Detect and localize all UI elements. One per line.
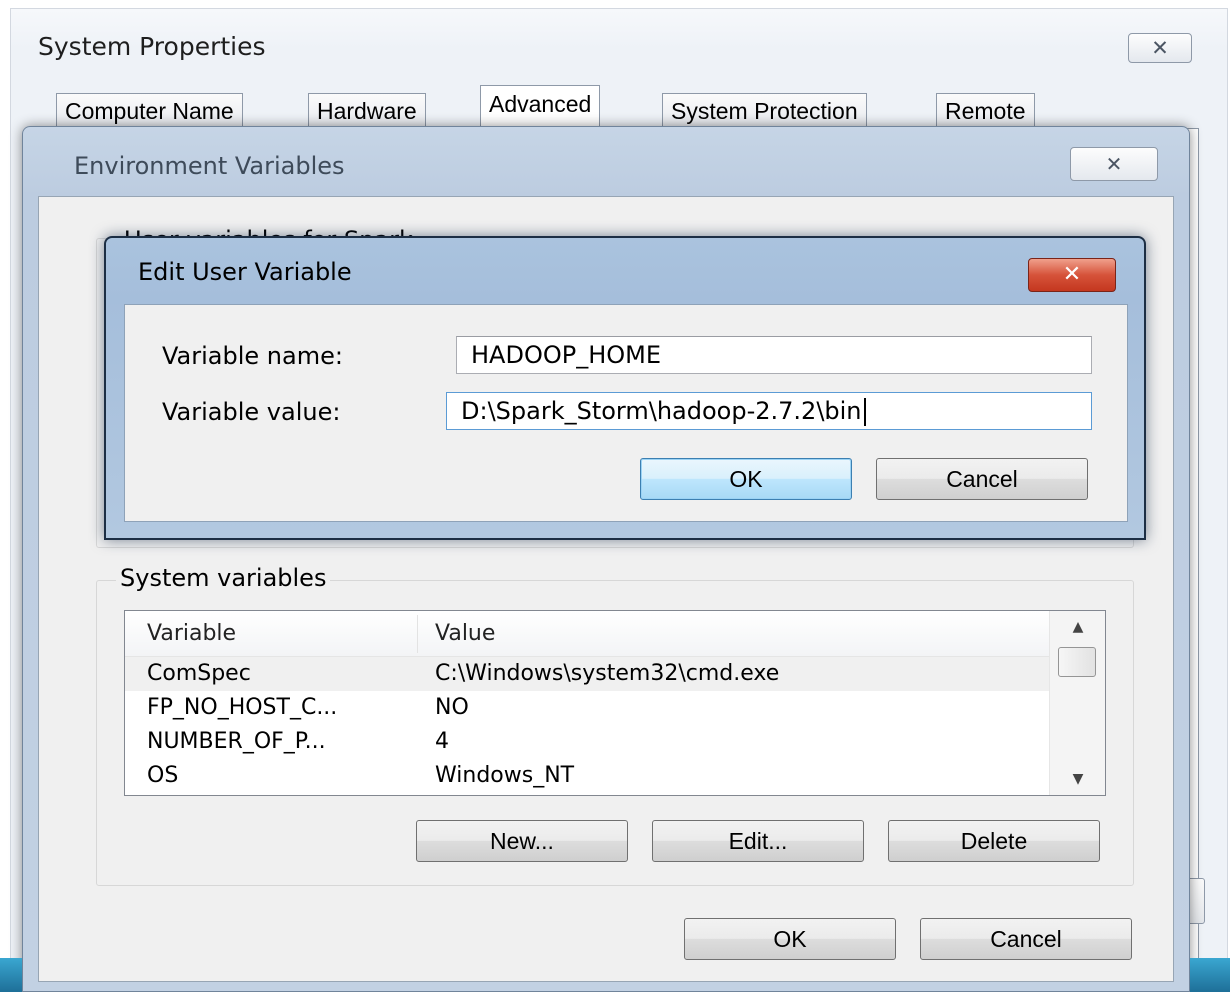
text-caret (863, 398, 866, 426)
column-header-value[interactable]: Value (435, 611, 495, 657)
desktop-edge (0, 958, 22, 992)
close-icon: ✕ (1151, 36, 1169, 60)
column-divider[interactable] (417, 615, 418, 653)
table-row[interactable]: ComSpec C:\Windows\system32\cmd.exe (125, 657, 1049, 691)
variable-cell: ComSpec (147, 661, 251, 686)
tab-advanced[interactable]: Advanced (480, 85, 601, 130)
environment-variables-close-button[interactable]: ✕ (1070, 147, 1158, 181)
edit-ok-button[interactable]: OK (640, 458, 852, 500)
variable-value-input[interactable]: D:\Spark_Storm\hadoop-2.7.2\bin (446, 392, 1092, 430)
tab-computer-name[interactable]: Computer Name (56, 93, 243, 129)
scroll-thumb[interactable] (1058, 647, 1096, 677)
scroll-up-icon[interactable]: ▲ (1050, 611, 1105, 643)
variable-value-text: D:\Spark_Storm\hadoop-2.7.2\bin (461, 397, 862, 425)
value-cell: 4 (435, 729, 449, 754)
table-row[interactable]: NUMBER_OF_P... 4 (125, 725, 1049, 759)
delete-system-variable-button[interactable]: Delete (888, 820, 1100, 862)
table-row[interactable]: OS Windows_NT (125, 759, 1049, 793)
table-row[interactable]: FP_NO_HOST_C... NO (125, 691, 1049, 725)
tab-hardware[interactable]: Hardware (308, 93, 426, 129)
close-icon: ✕ (1062, 262, 1082, 287)
column-header-variable[interactable]: Variable (147, 611, 236, 657)
edit-user-variable-close-button[interactable]: ✕ (1028, 258, 1116, 292)
variable-value-label: Variable value: (162, 398, 341, 426)
environment-ok-button[interactable]: OK (684, 918, 896, 960)
value-cell: NO (435, 695, 469, 720)
environment-variables-title: Environment Variables (74, 152, 345, 180)
vertical-scrollbar[interactable]: ▲ ▼ (1049, 611, 1105, 795)
system-properties-close-button[interactable]: ✕ (1128, 33, 1192, 63)
system-variables-group-label: System variables (116, 564, 331, 592)
edit-system-variable-button[interactable]: Edit... (652, 820, 864, 862)
tab-remote[interactable]: Remote (936, 93, 1035, 129)
system-variables-list[interactable]: Variable Value ComSpec C:\Windows\system… (124, 610, 1106, 796)
variable-name-input[interactable]: HADOOP_HOME (456, 336, 1092, 374)
edit-user-variable-title: Edit User Variable (138, 258, 352, 286)
desktop-edge-right (1190, 958, 1230, 992)
variable-cell: FP_NO_HOST_C... (147, 695, 338, 720)
new-system-variable-button[interactable]: New... (416, 820, 628, 862)
list-rows: ComSpec C:\Windows\system32\cmd.exe FP_N… (125, 657, 1049, 793)
tab-system-protection[interactable]: System Protection (662, 93, 867, 129)
scroll-down-icon[interactable]: ▼ (1050, 763, 1105, 795)
close-icon: ✕ (1105, 152, 1123, 176)
list-header: Variable Value (125, 611, 1049, 657)
environment-cancel-button[interactable]: Cancel (920, 918, 1132, 960)
edit-cancel-button[interactable]: Cancel (876, 458, 1088, 500)
value-cell: Windows_NT (435, 763, 575, 788)
variable-name-label: Variable name: (162, 342, 343, 370)
value-cell: C:\Windows\system32\cmd.exe (435, 661, 780, 686)
variable-name-value: HADOOP_HOME (471, 341, 662, 369)
variable-cell: OS (147, 763, 179, 788)
variable-cell: NUMBER_OF_P... (147, 729, 326, 754)
system-properties-title: System Properties (38, 32, 266, 61)
